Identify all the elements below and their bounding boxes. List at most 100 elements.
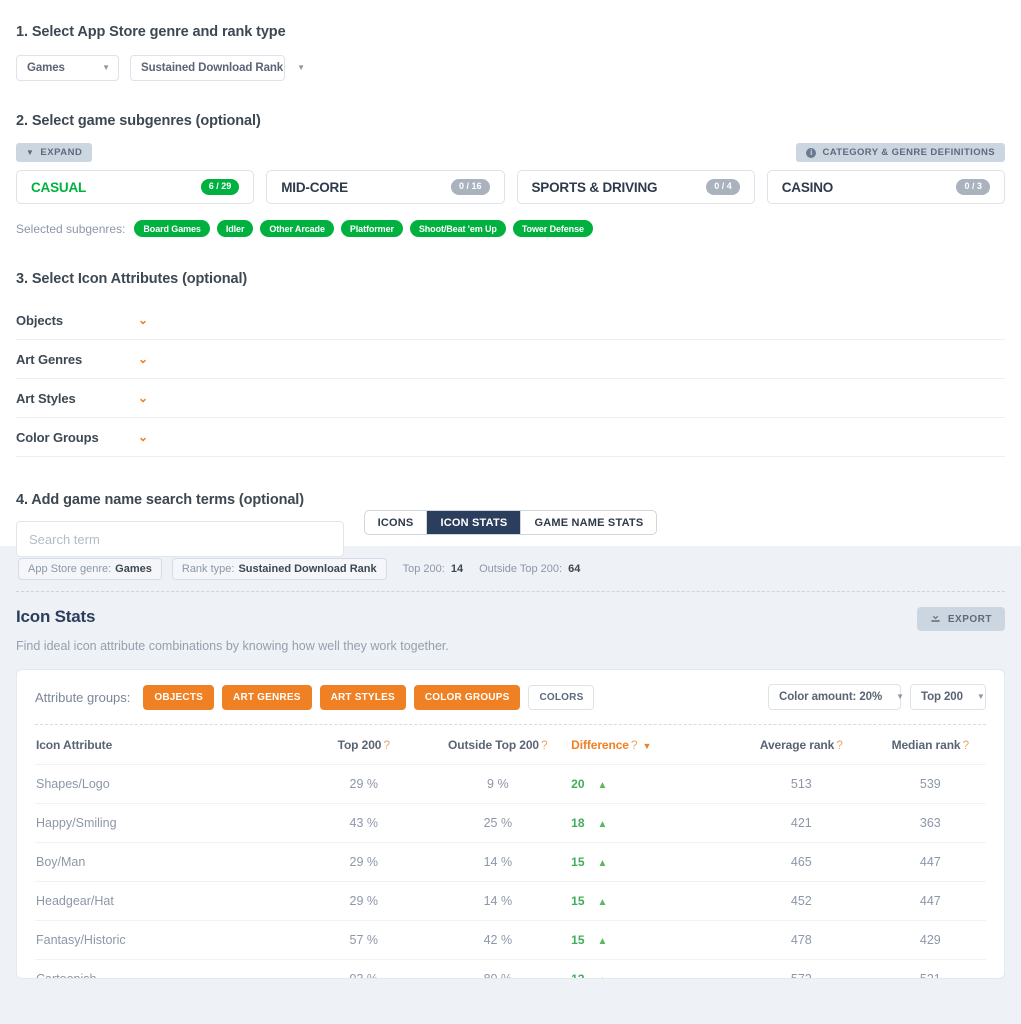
accordion-item-art-genres[interactable]: Art Genres ⌄ [16, 340, 1005, 379]
genre-card-mid-core[interactable]: MID-CORE 0 / 16 [266, 170, 504, 204]
cell-icon-attribute: Shapes/Logo [35, 765, 303, 804]
column-label: Icon Attribute [36, 738, 112, 752]
chevron-down-icon: ⌄ [138, 353, 148, 365]
column-label: Average rank [760, 738, 834, 752]
expand-subgenres-button[interactable]: ▼ EXPAND [16, 143, 92, 162]
rank-scope-select[interactable]: Top 200 ▼ [910, 684, 986, 710]
table-row[interactable]: Shapes/Logo 29 % 9 % 20▲ 513 539 [35, 765, 986, 804]
column-header-icon-attribute[interactable]: Icon Attribute [35, 725, 303, 765]
stat-value: 14 [451, 563, 463, 575]
genre-card-casino[interactable]: CASINO 0 / 3 [767, 170, 1005, 204]
table-row[interactable]: Boy/Man 29 % 14 % 15▲ 465 447 [35, 843, 986, 882]
icon-stats-table-wrap: Icon Attribute Top 200? Outside Top 200?… [35, 724, 986, 979]
attribute-groups-label: Attribute groups: [35, 690, 130, 705]
help-icon[interactable]: ? [631, 738, 638, 752]
rank-type-select[interactable]: Sustained Download Rank ▼ [130, 55, 285, 81]
column-header-top-200[interactable]: Top 200? [303, 725, 424, 765]
column-header-median-rank[interactable]: Median rank? [875, 725, 986, 765]
step-3-title: 3. Select Icon Attributes (optional) [16, 271, 1005, 287]
group-pill-art-genres[interactable]: ART GENRES [222, 685, 312, 710]
help-icon[interactable]: ? [963, 738, 970, 752]
table-row[interactable]: Cartoonish 93 % 80 % 13▲ 572 521 [35, 960, 986, 980]
cell-difference: 15▲ [571, 882, 728, 921]
trend-up-icon: ▲ [598, 936, 608, 947]
step-1-section: 1. Select App Store genre and rank type … [16, 24, 1005, 81]
results-tabbar: ICONS ICON STATS GAME NAME STATS [0, 510, 1021, 546]
cell-difference: 18 ▲ [571, 804, 728, 843]
definitions-label: CATEGORY & GENRE DEFINITIONS [822, 147, 995, 158]
cell-outside-top-200: 9 % [424, 765, 571, 804]
group-pill-color-groups[interactable]: COLOR GROUPS [414, 685, 521, 710]
app-store-genre-select[interactable]: Games ▼ [16, 55, 119, 81]
difference-value: 18 [571, 816, 584, 830]
subgenre-chip[interactable]: Idler [217, 220, 254, 237]
column-label: Top 200 [338, 738, 382, 752]
subgenre-chip[interactable]: Tower Defense [513, 220, 593, 237]
accordion-label: Art Genres [16, 352, 138, 367]
trend-up-icon: ▲ [598, 897, 608, 908]
subgenre-chip[interactable]: Board Games [134, 220, 209, 237]
tab-game-name-stats[interactable]: GAME NAME STATS [521, 511, 656, 534]
category-genre-definitions-button[interactable]: i CATEGORY & GENRE DEFINITIONS [796, 143, 1005, 162]
cell-icon-attribute: Fantasy/Historic [35, 921, 303, 960]
chevron-down-icon: ▼ [26, 148, 34, 157]
accordion-item-objects[interactable]: Objects ⌄ [16, 301, 1005, 340]
stat-outside-top-200: Outside Top 200: 64 [479, 563, 580, 575]
genre-card-sports-driving[interactable]: SPORTS & DRIVING 0 / 4 [517, 170, 755, 204]
export-label: EXPORT [948, 614, 992, 625]
step-2-title: 2. Select game subgenres (optional) [16, 113, 1005, 129]
column-label: Median rank [892, 738, 961, 752]
step-2-section: 2. Select game subgenres (optional) ▼ EX… [16, 113, 1005, 237]
genre-card-name: CASINO [782, 180, 833, 195]
cell-top-200: 93 % [303, 960, 424, 980]
group-pill-art-styles[interactable]: ART STYLES [320, 685, 406, 710]
chevron-down-icon: ▼ [88, 64, 110, 72]
column-header-average-rank[interactable]: Average rank? [728, 725, 875, 765]
query-builder-panel: 1. Select App Store genre and rank type … [0, 0, 1021, 546]
table-row[interactable]: Headgear/Hat 29 % 14 % 15▲ 452 447 [35, 882, 986, 921]
cell-difference: 15▲ [571, 843, 728, 882]
subgenre-chip[interactable]: Platformer [341, 220, 403, 237]
export-button[interactable]: EXPORT [917, 607, 1005, 631]
group-pill-objects[interactable]: OBJECTS [143, 685, 214, 710]
tab-group: ICONS ICON STATS GAME NAME STATS [364, 510, 658, 535]
color-amount-select[interactable]: Color amount: 20% ▼ [768, 684, 901, 710]
filter-tag-rank-type[interactable]: Rank type: Sustained Download Rank [172, 558, 387, 580]
tab-icons[interactable]: ICONS [365, 511, 428, 534]
cell-icon-attribute: Happy/Smiling [35, 804, 303, 843]
help-icon[interactable]: ? [383, 738, 390, 752]
cell-median-rank: 539 [875, 765, 986, 804]
icon-stats-card: Attribute groups: OBJECTS ART GENRES ART… [16, 669, 1005, 979]
subgenre-chip[interactable]: Other Arcade [260, 220, 334, 237]
difference-value: 13 [571, 972, 584, 979]
cell-average-rank: 465 [728, 843, 875, 882]
table-row[interactable]: Fantasy/Historic 57 % 42 % 15▲ 478 429 [35, 921, 986, 960]
expand-label: EXPAND [40, 147, 82, 158]
stat-label: Top 200: [403, 563, 445, 575]
tab-icon-stats[interactable]: ICON STATS [427, 511, 521, 534]
group-pill-colors[interactable]: COLORS [528, 685, 594, 710]
table-row[interactable]: Happy/Smiling 43 % 25 % 18▲ 421 363 [35, 804, 986, 843]
filter-tag-prefix: Rank type: [182, 563, 235, 575]
page-subtitle: Find ideal icon attribute combinations b… [16, 639, 449, 653]
trend-up-icon: ▲ [598, 819, 608, 830]
column-header-outside-top-200[interactable]: Outside Top 200? [424, 725, 571, 765]
help-icon[interactable]: ? [836, 738, 843, 752]
results-header: Icon Stats Find ideal icon attribute com… [16, 592, 1005, 653]
accordion-item-color-groups[interactable]: Color Groups ⌄ [16, 418, 1005, 457]
info-icon: i [806, 148, 816, 158]
accordion-item-art-styles[interactable]: Art Styles ⌄ [16, 379, 1005, 418]
cell-top-200: 57 % [303, 921, 424, 960]
filter-tag-app-store-genre[interactable]: App Store genre: Games [18, 558, 162, 580]
column-header-difference[interactable]: Difference?▼ [571, 725, 728, 765]
cell-top-200: 29 % [303, 882, 424, 921]
cell-median-rank: 429 [875, 921, 986, 960]
genre-card-count: 6 / 29 [201, 179, 240, 195]
subgenre-chip[interactable]: Shoot/Beat 'em Up [410, 220, 506, 237]
chevron-down-icon: ⌄ [138, 314, 148, 326]
help-icon[interactable]: ? [541, 738, 548, 752]
cell-median-rank: 447 [875, 843, 986, 882]
trend-up-icon: ▲ [598, 780, 608, 791]
cell-icon-attribute: Boy/Man [35, 843, 303, 882]
genre-card-casual[interactable]: CASUAL 6 / 29 [16, 170, 254, 204]
